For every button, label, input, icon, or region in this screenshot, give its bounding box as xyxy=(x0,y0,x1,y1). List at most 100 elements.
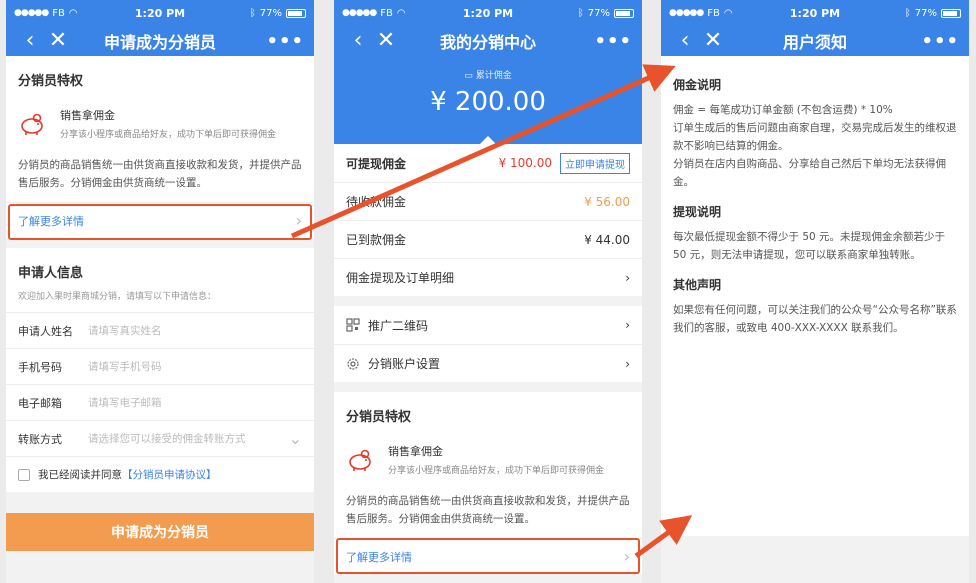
highlight-box-learn-more-2 xyxy=(336,538,640,574)
carrier-label: FB xyxy=(707,7,720,19)
qr-code-label: 推广二维码 xyxy=(368,318,429,333)
chevron-down-icon: ⌄ xyxy=(288,429,302,448)
section-line: 订单生成后的售后问题由商家自理，交易完成后发生的维权退款不影响已结算的佣金。 xyxy=(673,122,957,152)
close-icon[interactable]: ✕ xyxy=(44,30,72,52)
carrier-label: FB xyxy=(52,7,65,19)
withdraw-button[interactable]: 立即申请提现 xyxy=(560,152,630,174)
perks-title: 分销员特权 xyxy=(346,410,412,425)
page-title: 申请成为分销员 xyxy=(103,33,217,52)
phone-distribution-center: ●●●●● FB ◠ 1:20 PM ᛒ 77% ‹ ✕ 我的分销中心 ••• ▭ 累… xyxy=(334,0,642,583)
email-field[interactable]: 电子邮箱 请填写电子邮箱 xyxy=(6,384,314,420)
status-bar: ●●●●● FB ◠ 1:20 PM ᛒ 77% xyxy=(334,0,642,26)
pending-value: ¥ 56.00 xyxy=(584,194,630,209)
close-icon[interactable]: ✕ xyxy=(372,30,400,52)
status-time: 1:20 PM xyxy=(134,6,186,20)
back-icon[interactable]: ‹ xyxy=(344,30,372,52)
feature-desc: 分享该小程序或商品给好友，成功下单后即可获得佣金 xyxy=(388,466,605,476)
section-heading: 其他声明 xyxy=(673,278,722,292)
more-icon[interactable]: ••• xyxy=(266,31,304,52)
transfer-method-select[interactable]: 转账方式 请选择您可以接受的佣金转账方式 ⌄ xyxy=(6,420,314,456)
qr-code-row[interactable]: 推广二维码 › xyxy=(334,306,642,344)
transfer-select[interactable]: 请选择您可以接受的佣金转账方式 xyxy=(88,431,289,446)
section-line: 分销员在店内自购商品、分享给自己然后下单均无法获得佣金。 xyxy=(673,158,946,188)
name-field[interactable]: 申请人姓名 请填写真实姓名 xyxy=(6,312,314,348)
more-icon[interactable]: ••• xyxy=(921,31,959,52)
account-settings-row[interactable]: 分销账户设置 › xyxy=(334,344,642,382)
phone-user-notice: ●●●●● FB ◠ 1:20 PM ᛒ 77% ‹ ✕ 用户须知 ••• 佣金说明 … xyxy=(661,0,969,583)
other-section: 其他声明 如果您有任何问题，可以关注我们的公众号“公众号名称”联系我们的客服，或… xyxy=(673,276,957,337)
feature-title: 销售拿佣金 xyxy=(60,109,115,122)
email-input[interactable]: 请填写电子邮箱 xyxy=(88,395,302,410)
settings-label: 分销账户设置 xyxy=(368,357,441,371)
bluetooth-icon: ᛒ xyxy=(249,7,256,19)
section-line: 如果您有任何问题，可以关注我们的公众号“公众号名称”联系我们的客服，或致电 40… xyxy=(673,304,957,334)
page-title: 我的分销中心 xyxy=(439,33,537,52)
carrier-label: FB xyxy=(380,7,393,19)
status-bar: ●●●●● FB ◠ 1:20 PM ᛒ 77% xyxy=(661,0,969,26)
withdrawable-row: 可提现佣金 ¥ 100.00 立即申请提现 xyxy=(334,144,642,182)
wallet-icon: ▭ xyxy=(464,71,473,81)
spacer xyxy=(334,382,642,392)
perks-title: 分销员特权 xyxy=(18,74,84,89)
phone-input[interactable]: 请填写手机号码 xyxy=(88,359,302,374)
back-icon[interactable]: ‹ xyxy=(671,30,699,52)
header: ●●●●● FB ◠ 1:20 PM ᛒ 77% ‹ ✕ 用户须知 ••• xyxy=(661,0,969,56)
highlight-box-learn-more-1 xyxy=(8,204,312,240)
wifi-icon: ◠ xyxy=(396,7,406,19)
back-icon[interactable]: ‹ xyxy=(16,30,44,52)
feature-commission: 销售拿佣金 分享该小程序或商品给好友，成功下单后即可获得佣金 xyxy=(334,433,642,486)
transfer-label: 转账方式 xyxy=(18,432,62,446)
details-row[interactable]: 佣金提现及订单明细 › xyxy=(334,258,642,296)
battery-icon xyxy=(614,8,634,18)
bluetooth-icon: ᛒ xyxy=(577,7,584,19)
cumulative-amount: ¥ 200.00 xyxy=(430,87,546,117)
section-heading: 佣金说明 xyxy=(673,78,722,92)
signal-icon: ●●●●● xyxy=(342,8,377,18)
feature-commission: 销售拿佣金 分享该小程序或商品给好友，成功下单后即可获得佣金 xyxy=(6,97,314,150)
more-icon[interactable]: ••• xyxy=(594,31,632,52)
agreement-link[interactable]: 【分销员申请协议】 xyxy=(122,467,217,482)
details-label: 佣金提现及订单明细 xyxy=(346,271,455,285)
withdrawable-value: ¥ 100.00 xyxy=(498,156,552,170)
battery-percent: 77% xyxy=(259,7,282,19)
close-icon[interactable]: ✕ xyxy=(699,30,727,52)
nav-bar: ‹ ✕ 申请成为分销员 ••• xyxy=(6,26,314,56)
received-value: ¥ 44.00 xyxy=(584,232,630,247)
received-label: 已到款佣金 xyxy=(346,233,407,247)
nav-bar: ‹ ✕ 我的分销中心 ••• xyxy=(334,26,642,56)
piggy-bank-icon xyxy=(21,113,43,135)
feature-title: 销售拿佣金 xyxy=(388,445,443,458)
apply-button[interactable]: 申请成为分销员 xyxy=(6,513,314,551)
applicant-card: 申请人信息 欢迎加入果时果商城分销，请填写以下申请信息： 申请人姓名 请填写真实… xyxy=(6,248,314,492)
wifi-icon: ◠ xyxy=(68,7,78,19)
notice-content: 佣金说明 佣金 = 每笔成功订单金额 (不包含运费) * 10% 订单生成后的售… xyxy=(661,56,969,536)
signal-icon: ●●●●● xyxy=(14,8,49,18)
phone-field[interactable]: 手机号码 请填写手机号码 xyxy=(6,348,314,384)
applicant-hint: 欢迎加入果时果商城分销，请填写以下申请信息： xyxy=(18,292,217,302)
withdraw-section: 提现说明 每次最低提现金额不得少于 50 元。未提现佣金余额若少于 50 元，则… xyxy=(673,203,957,264)
chevron-right-icon: › xyxy=(625,356,630,371)
section-line: 佣金 = 每笔成功订单金额 (不包含运费) * 10% xyxy=(673,104,893,116)
agree-checkbox[interactable] xyxy=(18,468,30,481)
header: ●●●●● FB ◠ 1:20 PM ᛒ 77% ‹ ✕ 申请成为分销员 ••• xyxy=(6,0,314,56)
perks-paragraph: 分销员的商品销售统一由供货商直接收款和发货，并提供产品售后服务。分销佣金由供货商… xyxy=(346,495,630,525)
bluetooth-icon: ᛒ xyxy=(904,7,911,19)
received-row: 已到款佣金 ¥ 44.00 xyxy=(334,220,642,258)
wifi-icon: ◠ xyxy=(723,7,733,19)
status-time: 1:20 PM xyxy=(462,6,514,20)
name-label: 申请人姓名 xyxy=(18,324,73,338)
section-heading: 提现说明 xyxy=(673,205,722,219)
commission-section: 佣金说明 佣金 = 每笔成功订单金额 (不包含运费) * 10% 订单生成后的售… xyxy=(673,76,957,191)
cumulative-commission-panel: ▭ 累计佣金 ¥ 200.00 xyxy=(334,56,642,145)
perks-paragraph: 分销员的商品销售统一由供货商直接收款和发货，并提供产品售后服务。分销佣金由供货商… xyxy=(18,159,302,189)
feature-desc: 分享该小程序或商品给好友，成功下单后即可获得佣金 xyxy=(60,130,277,140)
pending-label: 待收款佣金 xyxy=(346,195,407,209)
header: ●●●●● FB ◠ 1:20 PM ᛒ 77% ‹ ✕ 我的分销中心 ••• xyxy=(334,0,642,56)
name-input[interactable]: 请填写真实姓名 xyxy=(88,323,302,338)
phone-apply-screen: ●●●●● FB ◠ 1:20 PM ᛒ 77% ‹ ✕ 申请成为分销员 ••• 分销… xyxy=(6,0,314,583)
cumulative-label: 累计佣金 xyxy=(475,71,512,81)
battery-percent: 77% xyxy=(587,7,610,19)
spacer xyxy=(334,296,642,306)
piggy-bank-icon xyxy=(349,449,371,471)
agree-text: 我已经阅读并同意 xyxy=(38,469,122,481)
